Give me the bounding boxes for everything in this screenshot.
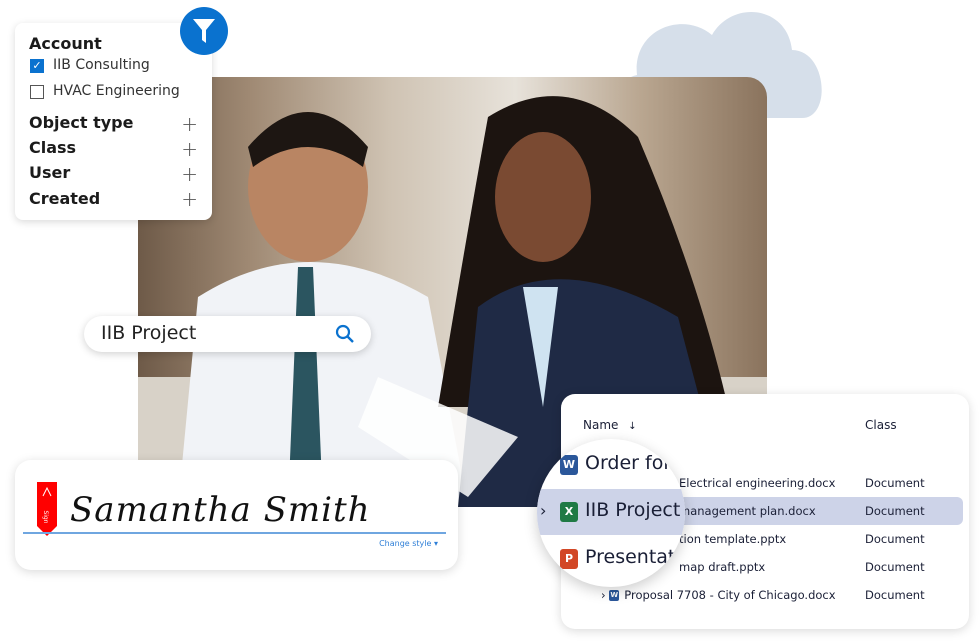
magnified-row: P Presentat [537, 536, 685, 582]
magnified-row: › X IIB Project [537, 489, 685, 535]
plus-icon[interactable]: + [181, 139, 198, 159]
plus-icon[interactable]: + [181, 189, 198, 209]
adobe-sign-badge-icon: Sign [37, 482, 57, 536]
chevron-right-icon: › [540, 501, 547, 520]
filter-section-user[interactable]: User [29, 163, 70, 182]
signature-line [23, 532, 446, 534]
change-style-link[interactable]: Change style ▾ [379, 539, 438, 548]
signature-text: Samantha Smith [70, 490, 371, 530]
magnifier-lens: W Order for › X IIB Project P Presentat [537, 439, 685, 587]
word-file-icon: W [609, 590, 620, 601]
chevron-right-icon: › [601, 588, 606, 602]
filter-section-object-type[interactable]: Object type [29, 113, 133, 132]
powerpoint-file-icon: P [560, 549, 578, 569]
search-input[interactable]: IIB Project [84, 316, 371, 352]
signature-panel: Sign Samantha Smith Change style ▾ [15, 460, 458, 570]
checkbox-label: IIB Consulting [53, 57, 150, 73]
plus-icon[interactable]: + [181, 164, 198, 184]
search-value: IIB Project [101, 322, 197, 344]
filter-button[interactable] [180, 7, 228, 55]
column-header-class[interactable]: Class [865, 418, 897, 432]
search-icon[interactable] [335, 324, 355, 344]
checkbox-hvac-engineering[interactable] [30, 85, 44, 99]
account-heading: Account [29, 34, 102, 53]
filter-section-created[interactable]: Created [29, 189, 100, 208]
checkbox-label: HVAC Engineering [53, 83, 180, 99]
filter-panel: Account ✓ IIB Consulting HVAC Engineerin… [15, 23, 212, 220]
filter-section-class[interactable]: Class [29, 138, 76, 157]
excel-file-icon: X [560, 502, 578, 522]
funnel-icon [193, 19, 215, 43]
column-header-name[interactable]: Name ↓ [583, 418, 637, 432]
sort-arrow-icon: ↓ [628, 421, 637, 432]
checkbox-iib-consulting[interactable]: ✓ [30, 59, 44, 73]
plus-icon[interactable]: + [181, 114, 198, 134]
svg-text:Sign: Sign [42, 510, 49, 523]
magnified-row: W Order for [537, 442, 685, 488]
word-file-icon: W [560, 455, 578, 475]
